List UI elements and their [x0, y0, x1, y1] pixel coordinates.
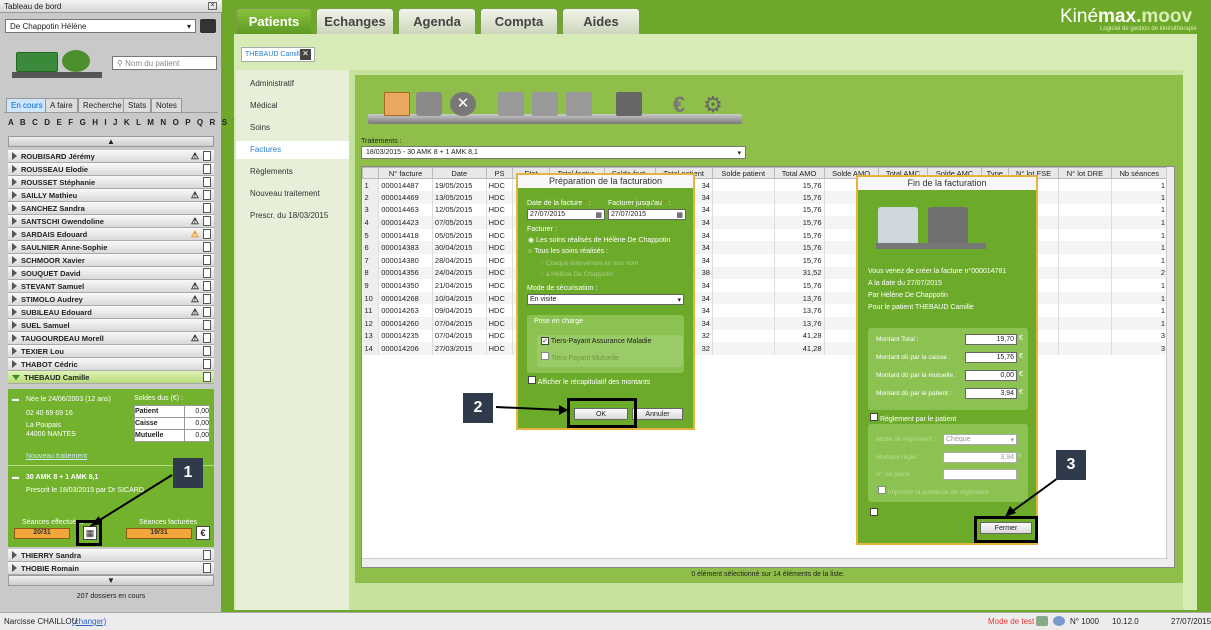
change-user-link[interactable]: (changer) — [72, 617, 106, 626]
annotation-arrows — [89, 405, 1059, 527]
license-number: N° 1000 — [1070, 617, 1099, 626]
arrow-2 — [495, 406, 563, 411]
callout-2: 2 — [463, 393, 493, 423]
calculator-highlight — [76, 520, 102, 546]
status-bar: Narcisse CHAILLOU (changer) Mode de test… — [0, 612, 1211, 630]
test-mode-label: Mode de test — [988, 617, 1035, 626]
network-icon — [1053, 616, 1065, 626]
arrow-1 — [94, 474, 173, 524]
arrow-3 — [1009, 477, 1059, 514]
version: 10.12.0 — [1112, 617, 1139, 626]
arrowhead-2 — [559, 405, 568, 415]
arrowhead-3 — [1005, 506, 1016, 517]
current-user: Narcisse CHAILLOU — [4, 617, 78, 626]
current-date: 27/07/2015 — [1171, 617, 1211, 626]
connection-icon — [1036, 616, 1048, 626]
callout-3: 3 — [1056, 450, 1086, 480]
callout-1: 1 — [173, 458, 203, 488]
